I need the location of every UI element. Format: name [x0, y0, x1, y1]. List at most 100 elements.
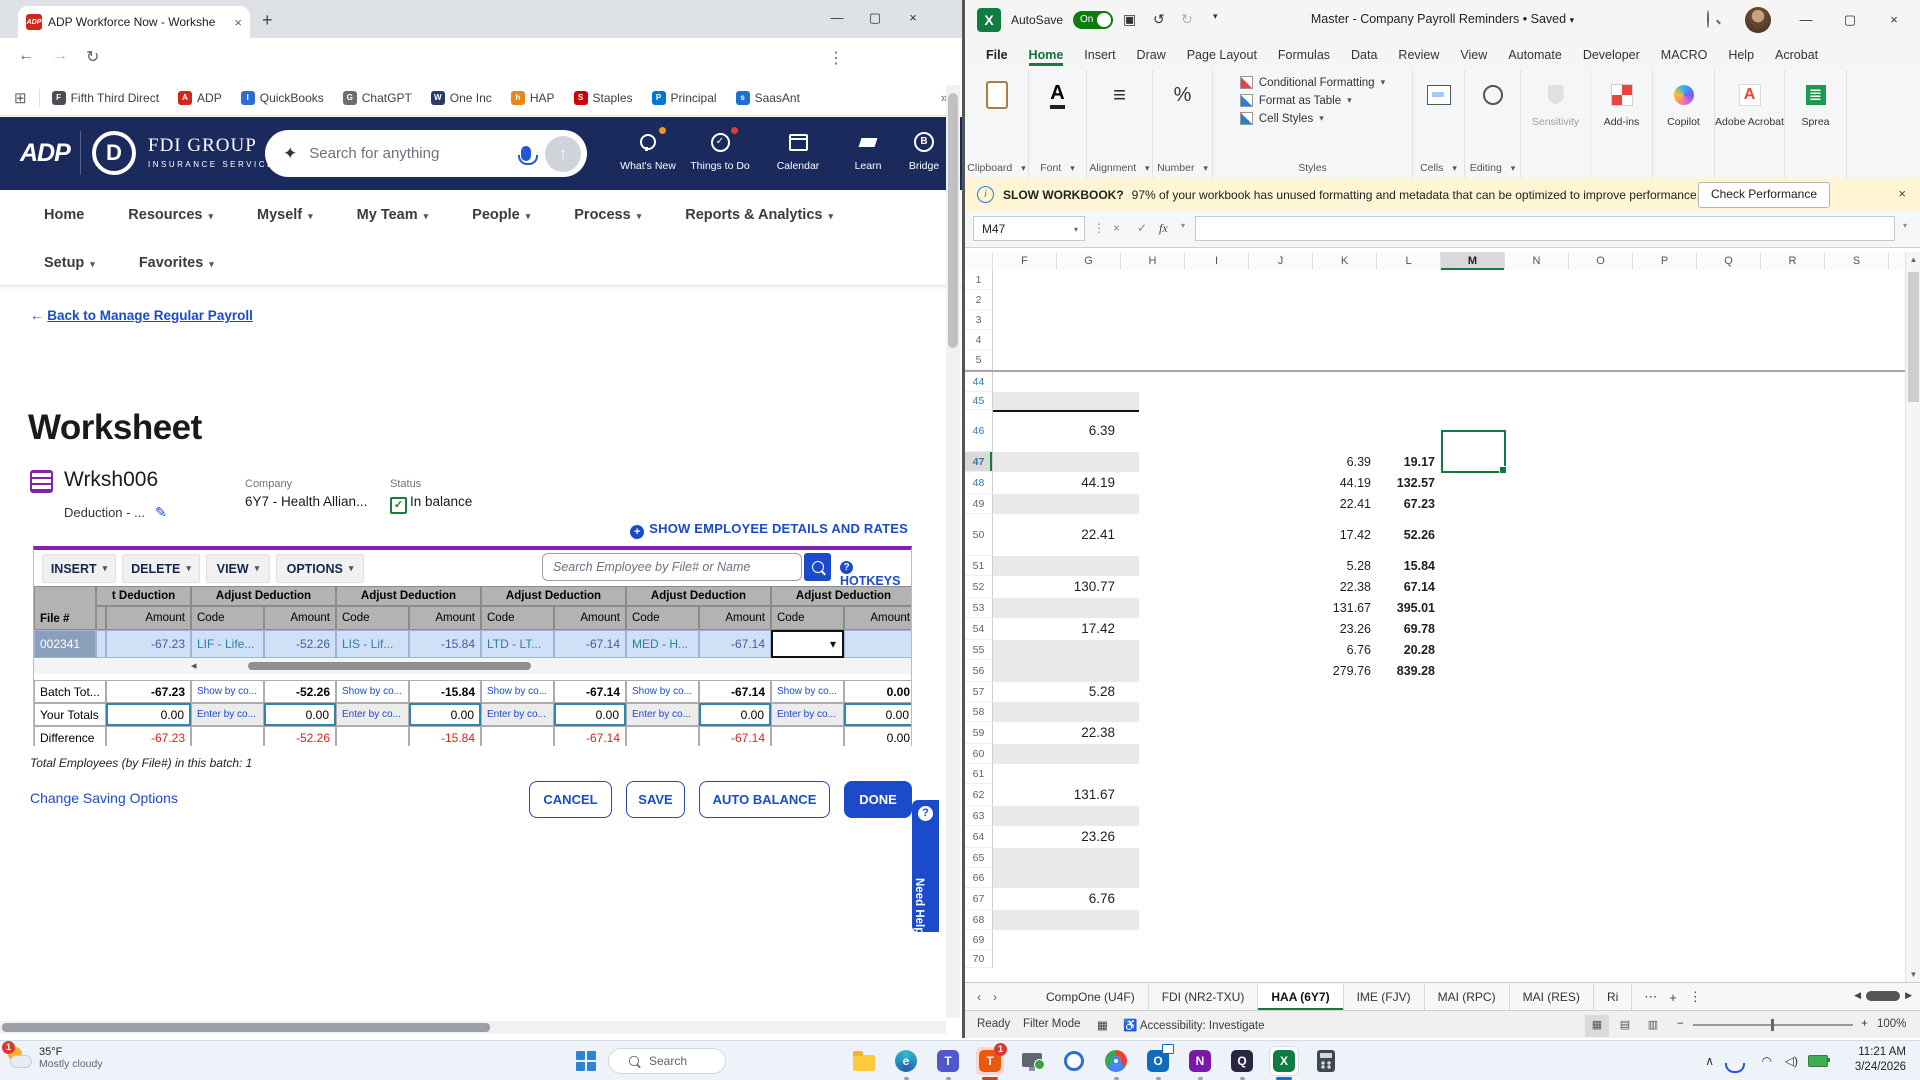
- subnav-item-setup[interactable]: Setup ▾: [44, 255, 95, 271]
- row-header-5[interactable]: 5: [965, 350, 993, 370]
- mic-icon[interactable]: [518, 146, 538, 165]
- selected-cell-M47[interactable]: [1441, 430, 1507, 474]
- delete-button[interactable]: DELETE ▾: [122, 554, 200, 583]
- show-by-code-link[interactable]: Show by co...: [632, 686, 692, 697]
- sheet-tab-mai-res-[interactable]: MAI (RES): [1510, 983, 1594, 1011]
- more-icon[interactable]: ⋮: [1093, 221, 1105, 235]
- confirm-entry-icon[interactable]: ✓: [1137, 221, 1147, 235]
- formula-input[interactable]: [1195, 216, 1895, 241]
- row-header-44[interactable]: 44: [965, 372, 993, 392]
- enter-by-code-link[interactable]: Enter by co...: [342, 709, 401, 720]
- row-header-59[interactable]: 59: [965, 722, 993, 744]
- column-header-F[interactable]: F: [993, 252, 1057, 270]
- row-header-57[interactable]: 57: [965, 682, 993, 702]
- chrome-icon[interactable]: [1102, 1047, 1130, 1080]
- row-header-46[interactable]: 46: [965, 410, 993, 452]
- save-button[interactable]: SAVE: [626, 781, 685, 818]
- forward-icon[interactable]: →: [52, 47, 68, 65]
- row-header-4[interactable]: 4: [965, 330, 993, 350]
- sheet-menu-icon[interactable]: ⋮: [1689, 989, 1702, 1005]
- weather-widget[interactable]: 1 35°F Mostly cloudy: [2, 1041, 103, 1071]
- copilot-ring-icon[interactable]: [1060, 1047, 1088, 1075]
- column-header-I[interactable]: I: [1185, 252, 1249, 270]
- enter-by-code-link[interactable]: Enter by co...: [632, 709, 691, 720]
- column-header-O[interactable]: O: [1569, 252, 1633, 270]
- row-header-64[interactable]: 64: [965, 826, 993, 848]
- ribbon-tab-developer[interactable]: Developer: [1583, 48, 1640, 62]
- row-header-49[interactable]: 49: [965, 494, 993, 514]
- cancel-button[interactable]: CANCEL: [529, 781, 612, 818]
- bookmark-item[interactable]: F Fifth Third Direct: [51, 90, 159, 105]
- row-header-51[interactable]: 51: [965, 556, 993, 576]
- ribbon-tab-file[interactable]: File: [986, 48, 1008, 62]
- employee-search-button[interactable]: [804, 553, 831, 581]
- browser-vertical-scrollbar[interactable]: [946, 85, 960, 1018]
- search-submit-icon[interactable]: ↑: [545, 135, 581, 172]
- file-explorer-icon[interactable]: [850, 1047, 878, 1075]
- user-avatar[interactable]: [1745, 7, 1771, 33]
- cancel-entry-icon[interactable]: ×: [1113, 221, 1120, 235]
- column-header-H[interactable]: H: [1121, 252, 1185, 270]
- row-header-48[interactable]: 48: [965, 472, 993, 494]
- scroll-down-icon[interactable]: ▼: [1906, 970, 1920, 979]
- column-header-S[interactable]: S: [1825, 252, 1889, 270]
- back-to-payroll-link[interactable]: ← Back to Manage Regular Payroll: [30, 308, 253, 323]
- back-icon[interactable]: ←: [18, 47, 34, 65]
- scroll-left-icon[interactable]: ◀: [1854, 990, 1861, 1001]
- row-header-58[interactable]: 58: [965, 702, 993, 722]
- spreadsheet-grid[interactable]: 1 2 3 4 5 44 45 46 6.39 47 6.39 19.17 48 44.19 44.19 13…: [965, 270, 1905, 982]
- quick-link-things-to-do[interactable]: ✓ Things to Do: [684, 127, 756, 172]
- nav-item-resources[interactable]: Resources ▾: [128, 207, 213, 223]
- sheet-horizontal-scrollbar[interactable]: ◀ ▶: [1854, 990, 1912, 1001]
- show-by-code-link[interactable]: Show by co...: [342, 686, 402, 697]
- browser-maximize-button[interactable]: ▢: [860, 4, 890, 34]
- column-header-P[interactable]: P: [1633, 252, 1697, 270]
- hotkeys-link[interactable]: ?HOTKEYS: [840, 559, 911, 588]
- need-help-tab[interactable]: ? Need Help?: [912, 800, 939, 941]
- row-header-62[interactable]: 62: [965, 784, 993, 806]
- sheet-next-icon[interactable]: ›: [993, 990, 997, 1004]
- function-icon[interactable]: fx: [1159, 221, 1168, 236]
- quick-link-calendar[interactable]: Calendar: [762, 129, 834, 172]
- row-header-47[interactable]: 47: [965, 452, 993, 472]
- bookmark-item[interactable]: s SaasAnt: [735, 90, 800, 105]
- adp-search-bar[interactable]: ✦ Search for anything ↑: [265, 130, 587, 177]
- browser-tab[interactable]: ADP ADP Workforce Now - Workshe ×: [18, 6, 250, 38]
- excel-icon[interactable]: X: [1270, 1047, 1298, 1080]
- battery-icon[interactable]: [1808, 1055, 1830, 1067]
- row-header-45[interactable]: 45: [965, 392, 993, 410]
- sheet-tab-fdi-nr2-txu-[interactable]: FDI (NR2-TXU): [1149, 983, 1259, 1011]
- nav-item-home[interactable]: Home: [44, 207, 84, 223]
- styles-item-format-as-table[interactable]: Format as Table ▾: [1239, 94, 1352, 107]
- teams-icon[interactable]: T: [934, 1047, 962, 1080]
- scroll-up-icon[interactable]: ▲: [1906, 255, 1920, 264]
- column-header-N[interactable]: N: [1505, 252, 1569, 270]
- nav-item-reports-analytics[interactable]: Reports & Analytics ▾: [685, 207, 833, 223]
- sheet-tab-compone-u4f-[interactable]: CompOne (U4F): [1033, 983, 1149, 1011]
- column-header-L[interactable]: L: [1377, 252, 1441, 270]
- column-header-J[interactable]: J: [1249, 252, 1313, 270]
- your-total-input[interactable]: 0.00: [554, 703, 626, 726]
- page-break-view-icon[interactable]: ▥: [1641, 1015, 1665, 1037]
- table-horizontal-scrollbar[interactable]: ◂: [34, 658, 911, 674]
- ribbon-tab-automate[interactable]: Automate: [1508, 48, 1562, 62]
- row-header-52[interactable]: 52: [965, 576, 993, 598]
- auto-balance-button[interactable]: AUTO BALANCE: [699, 781, 830, 818]
- row-header-55[interactable]: 55: [965, 640, 993, 660]
- row-header-70[interactable]: 70: [965, 950, 993, 968]
- scroll-left-icon[interactable]: ◂: [191, 659, 197, 672]
- insert-button[interactable]: INSERT ▾: [42, 554, 116, 583]
- row-header-60[interactable]: 60: [965, 744, 993, 764]
- remote-desktop-icon[interactable]: [1018, 1047, 1046, 1075]
- code-dropdown[interactable]: ▾: [771, 630, 844, 658]
- quick-link-what-s-new[interactable]: What's New: [612, 127, 684, 172]
- apps-grid-icon[interactable]: ⊞: [14, 89, 27, 107]
- clock[interactable]: 11:21 AM 3/24/2026: [1855, 1045, 1906, 1075]
- nav-item-process[interactable]: Process ▾: [574, 207, 641, 223]
- wifi-icon[interactable]: ◠: [1762, 1054, 1772, 1068]
- page-layout-view-icon[interactable]: ▤: [1613, 1015, 1637, 1037]
- bookmark-item[interactable]: A ADP: [178, 90, 222, 105]
- excel-minimize-button[interactable]: —: [1791, 6, 1821, 36]
- scroll-right-icon[interactable]: ▶: [1905, 990, 1912, 1001]
- nav-item-my-team[interactable]: My Team ▾: [357, 207, 429, 223]
